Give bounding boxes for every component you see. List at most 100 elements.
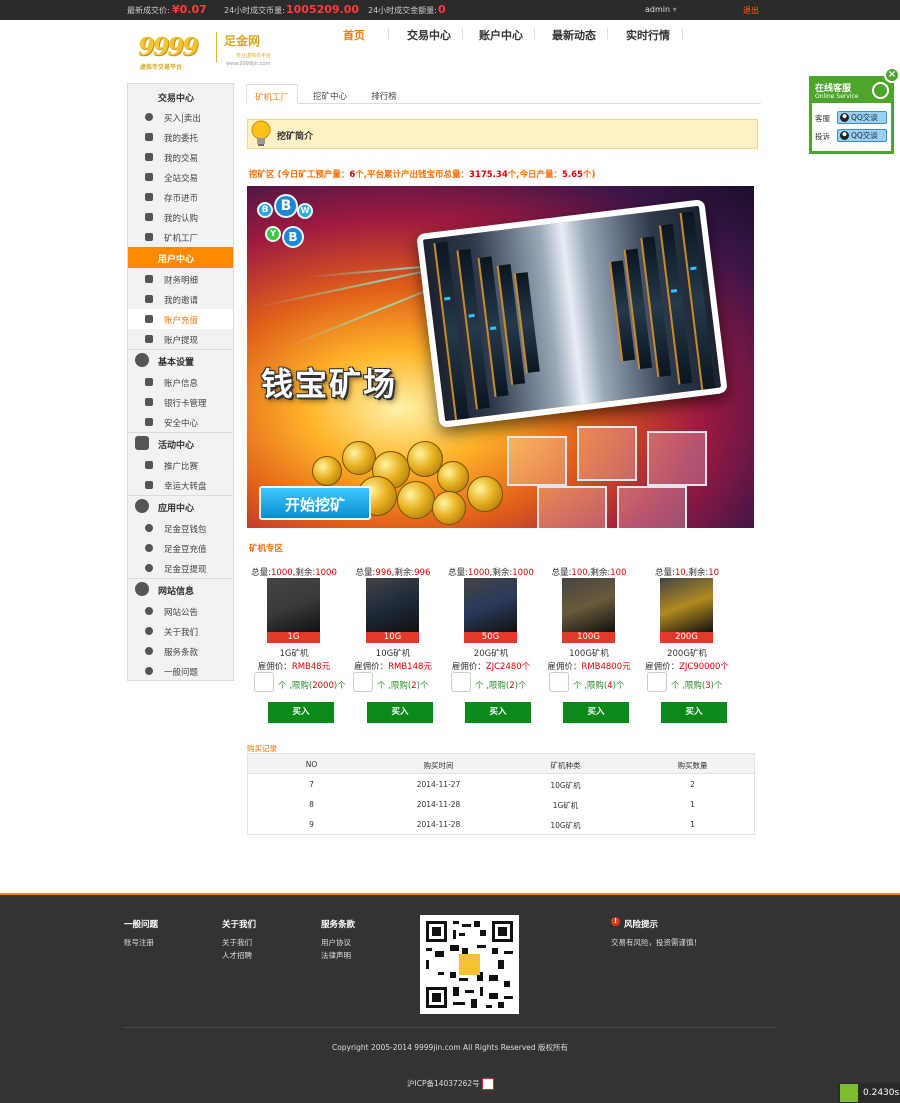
- sidebar-item-bean-wallet[interactable]: 足金豆钱包: [128, 518, 233, 538]
- limit-text: 个 ,限购(: [671, 681, 706, 691]
- info-icon: [145, 544, 153, 552]
- miner-image[interactable]: 50G: [464, 578, 517, 643]
- document-icon: [145, 153, 153, 161]
- sidebar-item-all-trades[interactable]: 全站交易: [128, 167, 233, 187]
- footer-link[interactable]: 人才招聘: [222, 950, 252, 961]
- nav-home[interactable]: 首页: [343, 27, 365, 43]
- info-icon: [145, 607, 153, 615]
- logout-link[interactable]: 退出: [743, 5, 759, 16]
- qq-chat-button[interactable]: QQ交谈: [837, 111, 887, 124]
- user-name: admin: [645, 5, 671, 14]
- sidebar-item-announcements[interactable]: 网站公告: [128, 601, 233, 621]
- miner-image[interactable]: 10G: [366, 578, 419, 643]
- logo-divider: [216, 32, 217, 62]
- cell-time: 2014-11-27: [416, 780, 461, 789]
- mining-cube: [617, 486, 687, 528]
- logo-name: 足金网: [224, 34, 261, 48]
- quantity-input[interactable]: [451, 672, 471, 692]
- sidebar-item-miner-factory[interactable]: 矿机工厂: [128, 227, 233, 247]
- sidebar-item-withdraw[interactable]: 账户提现: [128, 329, 233, 349]
- buy-button[interactable]: 买入: [661, 702, 727, 723]
- miner-photo: [660, 578, 713, 632]
- footer-link[interactable]: 账号注册: [124, 937, 154, 948]
- service-subtitle: Online Service: [815, 93, 859, 100]
- miner-image[interactable]: 200G: [660, 578, 713, 643]
- miner-image[interactable]: 1G: [267, 578, 320, 643]
- tab-miner-factory[interactable]: 矿机工厂: [246, 84, 298, 104]
- lightbulb-icon: [251, 120, 271, 146]
- footer-link[interactable]: 法律声明: [321, 950, 351, 961]
- user-menu[interactable]: admin ▾: [645, 5, 677, 14]
- sidebar-item-recharge[interactable]: 账户充值: [128, 309, 233, 329]
- price-label: 雇佣价：: [354, 662, 389, 672]
- sidebar-item-label: 矿机工厂: [164, 234, 199, 244]
- sidebar-item-bean-recharge[interactable]: 足金豆充值: [128, 538, 233, 558]
- sidebar-item-label: 一般问题: [164, 668, 199, 678]
- sidebar-item-finance[interactable]: 财务明细: [128, 269, 233, 289]
- buy-button[interactable]: 买入: [465, 702, 531, 723]
- miner-name: 200G矿机: [667, 649, 707, 659]
- quantity-input[interactable]: [353, 672, 373, 692]
- sidebar-item-my-trades[interactable]: 我的交易: [128, 147, 233, 167]
- tab-mining-center[interactable]: 挖矿中心: [302, 84, 358, 104]
- sidebar-item-lucky-wheel[interactable]: 幸运大转盘: [128, 475, 233, 495]
- nav-news[interactable]: 最新动态: [552, 27, 596, 43]
- sidebar-item-bean-withdraw[interactable]: 足金豆提现: [128, 558, 233, 578]
- cell-time: 2014-11-28: [416, 820, 461, 829]
- sidebar: 交易中心 买入|卖出 我的委托 我的交易 全站交易 存币进币 我的认购 矿机工厂…: [127, 83, 234, 681]
- gear-icon: [135, 353, 149, 367]
- sidebar-item-label: 存币进币: [164, 194, 199, 204]
- sidebar-item-deposit-coin[interactable]: 存币进币: [128, 187, 233, 207]
- risk-title: 风险提示: [624, 920, 659, 930]
- quantity-input[interactable]: [549, 672, 569, 692]
- sidebar-item-promotion[interactable]: 推广比赛: [128, 455, 233, 475]
- buy-button[interactable]: 买入: [563, 702, 629, 723]
- nav-divider: [462, 28, 463, 40]
- sidebar-item-buy-sell[interactable]: 买入|卖出: [128, 107, 233, 127]
- qq-chat-button[interactable]: QQ交谈: [837, 129, 887, 142]
- sidebar-item-my-orders[interactable]: 我的委托: [128, 127, 233, 147]
- miner-price: 雇佣价：ZJC2480个: [443, 660, 539, 672]
- footer-divider: [124, 1027, 776, 1028]
- camera-icon: [145, 193, 153, 201]
- purchase-limit: 个 ,限购(2)个: [475, 679, 526, 691]
- quantity-input[interactable]: [647, 672, 667, 692]
- sidebar-item-bank-cards[interactable]: 银行卡管理: [128, 392, 233, 412]
- nav-trade-center[interactable]: 交易中心: [407, 27, 451, 43]
- buy-button[interactable]: 买入: [367, 702, 433, 723]
- buy-button[interactable]: 买入: [268, 702, 334, 723]
- stock-total: 1000: [271, 568, 293, 578]
- footer-link[interactable]: 关于我们: [222, 937, 252, 948]
- sidebar-item-invites[interactable]: 我的邀请: [128, 289, 233, 309]
- miner-image[interactable]: 100G: [562, 578, 615, 643]
- sidebar-item-faq[interactable]: 一般问题: [128, 661, 233, 681]
- footer-heading: 一般问题: [124, 920, 159, 930]
- miner-price: 雇佣价：RMB148元: [345, 660, 441, 672]
- start-mining-button[interactable]: 开始挖矿: [259, 486, 371, 520]
- gold-coin: [467, 476, 503, 512]
- sidebar-item-terms[interactable]: 服务条款: [128, 641, 233, 661]
- info-icon: [145, 113, 153, 121]
- quantity-input[interactable]: [254, 672, 274, 692]
- site-footer: 一般问题 账号注册 关于我们 关于我们 人才招聘 服务条款 用户协议 法律声明: [0, 893, 900, 1103]
- tab-leaderboard[interactable]: 排行榜: [358, 84, 410, 104]
- stock-total-label: 总量:: [355, 568, 376, 578]
- stock-total-label: 总量:: [448, 568, 468, 578]
- sidebar-item-security[interactable]: 安全中心: [128, 412, 233, 432]
- sidebar-item-subscriptions[interactable]: 我的认购: [128, 207, 233, 227]
- site-logo[interactable]: 9999 足金网 专业虚拟币平台 虚拟币交易平台 www.9999jin.com: [136, 30, 316, 72]
- mining-banner: B B W Y B 钱宝矿场 开始挖矿: [247, 186, 754, 528]
- gold-coin: [437, 461, 469, 493]
- price-value: ZJC2480个: [485, 662, 531, 672]
- footer-link[interactable]: 用户协议: [321, 937, 351, 948]
- limit-text: )个: [416, 681, 429, 691]
- nav-account-center[interactable]: 账户中心: [479, 27, 523, 43]
- nav-market[interactable]: 实时行情: [626, 27, 670, 43]
- close-icon[interactable]: ×: [884, 67, 900, 83]
- sidebar-item-account-info[interactable]: 账户信息: [128, 372, 233, 392]
- stock-remain-label: ,剩余:: [391, 568, 415, 578]
- sidebar-item-about[interactable]: 关于我们: [128, 621, 233, 641]
- cell-no: 7: [309, 780, 314, 789]
- icp-record[interactable]: 沪ICP备14037262号: [407, 1078, 495, 1090]
- intro-box[interactable]: 挖矿简介: [247, 119, 758, 149]
